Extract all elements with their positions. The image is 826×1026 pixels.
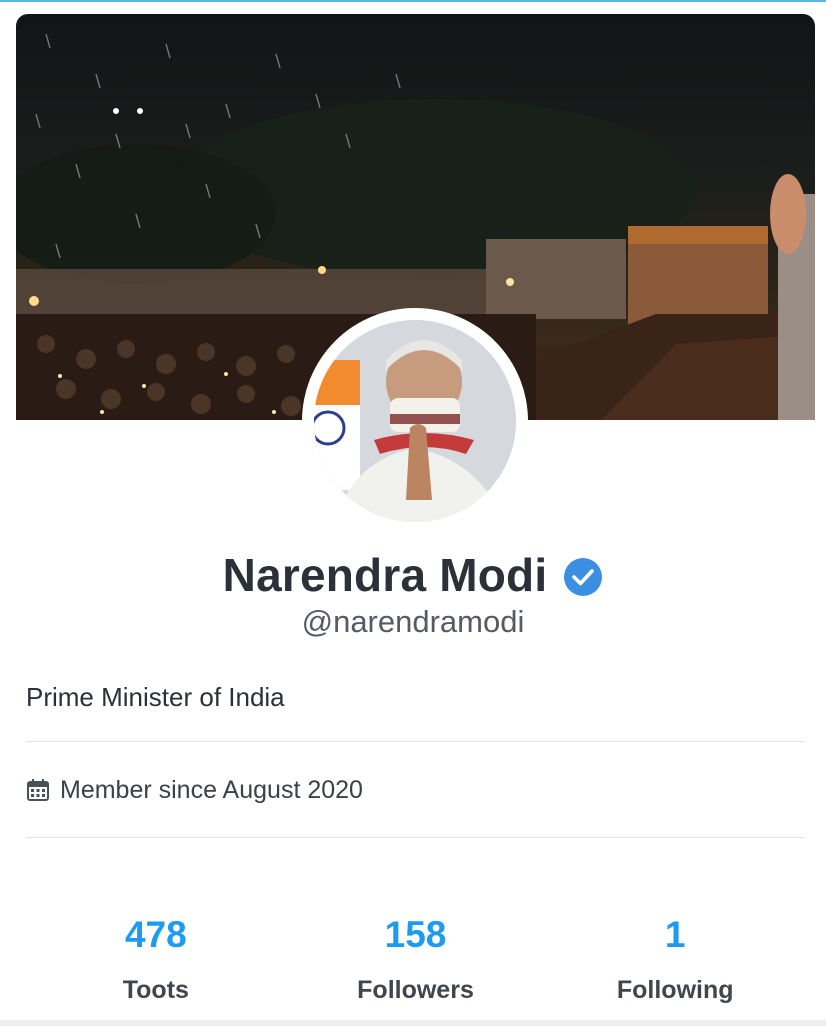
verified-check-icon [564, 558, 603, 596]
stat-toots-label: Toots [122, 976, 189, 1004]
stat-following-label: Following [616, 976, 734, 1004]
avatar-ring [302, 308, 528, 534]
member-since-row: Member since August 2020 [26, 772, 363, 808]
avatar-photo [314, 320, 516, 522]
stat-following-value: 1 [664, 914, 686, 955]
stat-followers-value: 158 [384, 914, 447, 955]
calendar-icon [27, 779, 49, 801]
bottom-divider [0, 1020, 826, 1026]
avatar[interactable] [314, 320, 516, 522]
profile-bio: Prime Minister of India [26, 682, 285, 712]
name-row: Narendra Modi [0, 540, 826, 610]
stat-toots[interactable]: 478 Toots [26, 908, 286, 1018]
profile-handle: @narendramodi [301, 604, 525, 639]
top-accent-line [0, 0, 826, 2]
stat-following[interactable]: 1 Following [545, 908, 805, 1018]
divider [26, 741, 805, 742]
profile-stats: 478 Toots 158 Followers 1 Following [26, 908, 805, 1018]
display-name: Narendra Modi [222, 549, 548, 601]
divider [26, 837, 805, 838]
stat-followers[interactable]: 158 Followers [286, 908, 546, 1018]
stat-followers-label: Followers [357, 976, 474, 1004]
stat-toots-value: 478 [124, 914, 187, 955]
member-since-text: Member since August 2020 [60, 775, 363, 804]
